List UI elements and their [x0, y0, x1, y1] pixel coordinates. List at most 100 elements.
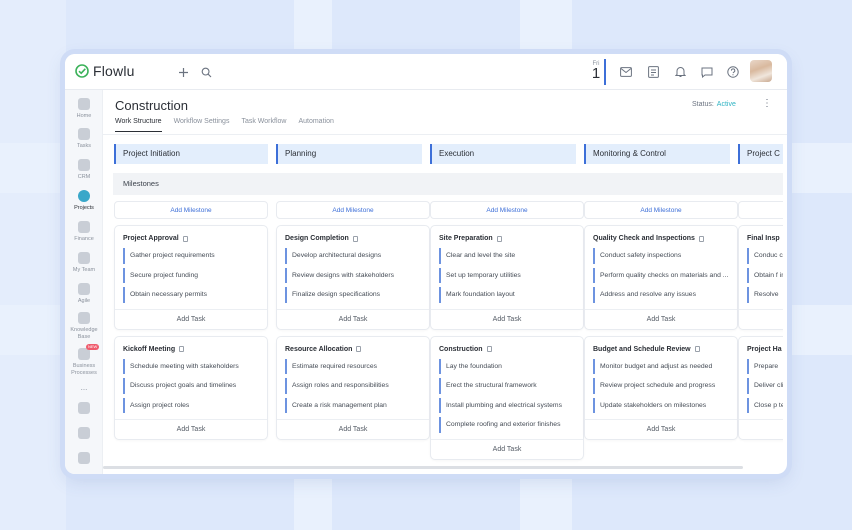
phase-header-planning[interactable]: Planning — [276, 144, 422, 164]
phase-header-project-initiation[interactable]: Project Initiation — [114, 144, 268, 164]
plus-icon[interactable] — [175, 64, 191, 80]
mail-icon[interactable] — [618, 64, 634, 80]
phase-header-monitoring-control[interactable]: Monitoring & Control — [584, 144, 730, 164]
document-icon[interactable] — [352, 235, 358, 242]
task-item[interactable]: Obtain f inspecti — [747, 267, 783, 283]
sidebar-item-finance[interactable]: Finance — [65, 221, 103, 243]
milestone-title[interactable]: Project Ha — [739, 337, 783, 359]
milestone-card[interactable]: Project Approval Gather project requireme… — [114, 225, 268, 330]
add-task-button[interactable]: Add Task — [277, 419, 429, 439]
task-item[interactable]: Deliver clie... — [747, 378, 783, 394]
sidebar-extra-1[interactable] — [65, 402, 103, 414]
task-item[interactable]: Resolve — [747, 287, 783, 303]
date-widget[interactable]: Fri 1 — [588, 59, 606, 85]
task-item[interactable]: Install plumbing and electrical systems — [439, 397, 575, 413]
task-item[interactable]: Assign project roles — [123, 397, 259, 413]
logo[interactable]: Flowlu — [75, 63, 135, 79]
add-task-button[interactable]: Add Task — [585, 419, 737, 439]
add-task-button[interactable]: Add Task — [431, 308, 583, 329]
document-icon[interactable] — [182, 235, 188, 242]
notes-icon[interactable] — [645, 64, 661, 80]
task-item[interactable]: Review designs with stakeholders — [285, 267, 421, 283]
task-item[interactable]: Clear and level the site — [439, 248, 575, 264]
add-task-button[interactable]: Add Task — [585, 308, 737, 329]
task-item[interactable]: Lay the foundation — [439, 358, 575, 374]
add-task-button[interactable]: Add Task — [115, 308, 267, 329]
task-item[interactable]: Finalize design specifications — [285, 287, 421, 303]
sidebar-item-agile[interactable]: Agile — [65, 283, 103, 305]
task-item[interactable]: Complete roofing and exterior finishes — [439, 417, 575, 433]
task-item[interactable]: Discuss project goals and timelines — [123, 378, 259, 394]
task-item[interactable]: Review project schedule and progress — [593, 378, 729, 394]
task-item[interactable]: Obtain necessary permits — [123, 287, 259, 303]
sidebar-item-home[interactable]: Home — [65, 98, 103, 120]
document-icon[interactable] — [694, 346, 700, 352]
document-icon[interactable] — [486, 346, 492, 352]
add-milestone-button[interactable]: Add Milestone — [738, 201, 783, 219]
task-item[interactable]: Estimate required resources — [285, 358, 421, 374]
add-task-button[interactable]: Add Task — [431, 438, 583, 459]
document-icon[interactable] — [496, 235, 502, 242]
task-item[interactable]: Schedule meeting with stakeholders — [123, 358, 259, 374]
milestone-title[interactable]: Site Preparation — [431, 226, 583, 248]
task-item[interactable]: Prepare — [747, 358, 783, 374]
milestone-title[interactable]: Kickoff Meeting — [115, 337, 267, 359]
search-icon[interactable] — [198, 64, 214, 80]
milestone-card[interactable]: Budget and Schedule Review Monitor budget… — [584, 335, 738, 440]
add-task-button[interactable]: Add Task — [277, 308, 429, 329]
horizontal-scrollbar[interactable] — [103, 466, 743, 469]
chat-icon[interactable] — [699, 64, 715, 80]
add-milestone-button[interactable]: Add Milestone — [276, 201, 430, 219]
sidebar-item-my-team[interactable]: My Team — [65, 252, 103, 274]
add-task-button[interactable]: Add Task — [115, 419, 267, 439]
milestone-card[interactable]: Quality Check and Inspections Conduct saf… — [584, 225, 738, 330]
help-icon[interactable] — [725, 64, 741, 80]
milestone-card[interactable]: Site Preparation Clear and level the site… — [430, 225, 584, 330]
phase-header-project-closure[interactable]: Project C — [738, 144, 783, 164]
sidebar-item-projects[interactable]: Projects — [65, 190, 103, 212]
task-item[interactable]: Develop architectural designs — [285, 248, 421, 264]
milestone-title[interactable]: Design Completion — [277, 226, 429, 248]
task-item[interactable]: Secure project funding — [123, 267, 259, 283]
milestone-title[interactable]: Budget and Schedule Review — [585, 337, 737, 359]
sidebar-item-knowledge-base[interactable]: Knowledge Base — [65, 312, 103, 340]
task-item[interactable]: Update stakeholders on milestones — [593, 397, 729, 413]
milestone-title[interactable]: Construction — [431, 337, 583, 359]
sidebar-item-business-processes[interactable]: NEW Business Processes — [65, 344, 103, 376]
milestone-title[interactable]: Quality Check and Inspections — [585, 226, 737, 248]
add-milestone-button[interactable]: Add Milestone — [584, 201, 738, 219]
task-item[interactable]: Perform quality checks on materials and … — [593, 267, 729, 283]
milestone-card[interactable]: Design Completion Develop architectural d… — [276, 225, 430, 330]
document-icon[interactable] — [356, 346, 362, 352]
task-item[interactable]: Create a risk management plan — [285, 397, 421, 413]
sidebar-extra-3[interactable] — [65, 452, 103, 464]
more-options-icon[interactable]: ⋮ — [762, 99, 772, 109]
milestone-title[interactable]: Final Insp — [739, 226, 783, 248]
milestone-card[interactable]: Resource Allocation Estimate required res… — [276, 335, 430, 440]
avatar[interactable] — [750, 60, 772, 82]
tab-automation[interactable]: Automation — [298, 118, 333, 132]
task-item[interactable]: Assign roles and responsibilities — [285, 378, 421, 394]
milestone-card[interactable]: Final Insp Conduc client Obtain f inspecti… — [738, 225, 783, 330]
milestone-card[interactable]: Construction Lay the foundation Erect the … — [430, 335, 584, 460]
task-item[interactable]: Erect the structural framework — [439, 378, 575, 394]
document-icon[interactable] — [179, 346, 185, 352]
add-task-button[interactable]: Add Task — [739, 308, 783, 329]
milestone-card[interactable]: Project Ha Prepare Deliver clie... Close p … — [738, 335, 783, 440]
tab-task-workflow[interactable]: Task Workflow — [241, 118, 286, 132]
task-item[interactable]: Conduct safety inspections — [593, 248, 729, 264]
tab-workflow-settings[interactable]: Workflow Settings — [174, 118, 230, 132]
sidebar-item-crm[interactable]: CRM — [65, 159, 103, 181]
milestone-title[interactable]: Resource Allocation — [277, 337, 429, 359]
task-item[interactable]: Gather project requirements — [123, 248, 259, 264]
milestone-title[interactable]: Project Approval — [115, 226, 267, 248]
task-item[interactable]: Conduc client — [747, 248, 783, 264]
task-item[interactable]: Close p team — [747, 397, 783, 413]
document-icon[interactable] — [698, 235, 704, 242]
bell-icon[interactable] — [672, 64, 688, 80]
task-item[interactable]: Mark foundation layout — [439, 287, 575, 303]
milestone-card[interactable]: Kickoff Meeting Schedule meeting with sta… — [114, 335, 268, 440]
add-milestone-button[interactable]: Add Milestone — [114, 201, 268, 219]
tab-work-structure[interactable]: Work Structure — [115, 118, 162, 132]
sidebar-item-more[interactable]: ... — [65, 382, 103, 392]
